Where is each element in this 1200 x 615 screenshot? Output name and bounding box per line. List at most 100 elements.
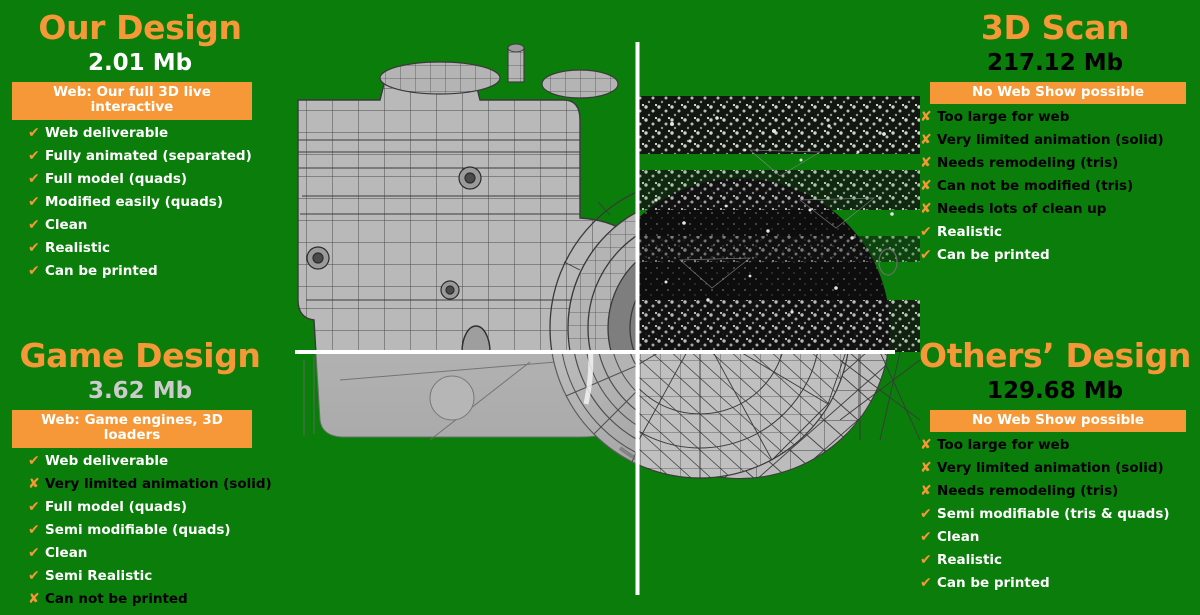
- check-icon: ✔: [920, 575, 932, 592]
- feature-label: Semi Realistic: [45, 567, 153, 584]
- feature-label: Semi modifiable (quads): [45, 521, 231, 538]
- check-icon: ✔: [28, 262, 40, 279]
- file-size-our-design: 2.01 Mb: [87, 49, 193, 76]
- feature-item: ✔ Can be printed: [920, 575, 1200, 592]
- file-size-others-design: 129.68 Mb: [986, 377, 1124, 404]
- feature-label: Too large for web: [937, 437, 1070, 454]
- file-size-game-design: 3.62 Mb: [87, 377, 193, 404]
- feature-list-3d-scan: ✘ Too large for web ✘ Very limited animatio…: [910, 109, 1200, 264]
- feature-item: ✔ Clean: [28, 216, 280, 233]
- feature-label: Can not be printed: [45, 590, 188, 607]
- cross-icon: ✘: [920, 132, 932, 149]
- check-icon: ✔: [920, 529, 932, 546]
- feature-label: Clean: [45, 216, 88, 233]
- feature-item: ✔ Modified easily (quads): [28, 193, 280, 210]
- panel-others-design: Others’ Design 129.68 Mb No Web Show pos…: [910, 330, 1200, 599]
- check-icon: ✔: [920, 506, 932, 523]
- feature-label: Realistic: [45, 239, 111, 256]
- check-icon: ✔: [28, 216, 40, 233]
- feature-item: ✔ Web deliverable: [28, 452, 280, 469]
- web-banner-others-design: No Web Show possible: [930, 409, 1186, 433]
- camera-comparison-render: [280, 0, 920, 610]
- check-icon: ✔: [28, 521, 40, 538]
- cross-icon: ✘: [920, 460, 932, 477]
- feature-label: Can be printed: [937, 247, 1050, 264]
- panel-our-design: Our Design 2.01 Mb Web: Our full 3D live…: [0, 0, 280, 287]
- feature-label: Can be printed: [45, 262, 158, 279]
- feature-label: Fully animated (separated): [45, 147, 252, 164]
- feature-label: Very limited animation (solid): [937, 460, 1164, 477]
- feature-label: Needs lots of clean up: [937, 201, 1107, 218]
- infographic-canvas: Our Design 2.01 Mb Web: Our full 3D live…: [0, 0, 1200, 610]
- feature-item: ✘ Needs lots of clean up: [920, 201, 1200, 218]
- feature-label: Needs remodeling (tris): [937, 483, 1119, 500]
- web-banner-our-design: Web: Our full 3D live interactive: [12, 81, 252, 120]
- feature-label: Realistic: [937, 552, 1003, 569]
- feature-item: ✔ Full model (quads): [28, 170, 280, 187]
- check-icon: ✔: [28, 147, 40, 164]
- cross-icon: ✘: [920, 201, 932, 218]
- feature-label: Clean: [937, 529, 980, 546]
- check-icon: ✔: [920, 247, 932, 264]
- feature-item: ✘ Too large for web: [920, 109, 1200, 126]
- panel-title-game-design: Game Design: [19, 336, 261, 375]
- feature-label: Can be printed: [937, 575, 1050, 592]
- check-icon: ✔: [28, 567, 40, 584]
- check-icon: ✔: [920, 552, 932, 569]
- feature-label: Realistic: [937, 224, 1003, 241]
- cross-icon: ✘: [28, 475, 40, 492]
- feature-item: ✘ Very limited animation (solid): [920, 460, 1200, 477]
- panel-title-3d-scan: 3D Scan: [980, 8, 1130, 47]
- feature-item: ✔ Clean: [28, 544, 280, 561]
- feature-item: ✔ Realistic: [920, 224, 1200, 241]
- feature-list-others-design: ✘ Too large for web ✘ Very limited animatio…: [910, 437, 1200, 592]
- feature-label: Full model (quads): [45, 498, 188, 515]
- cross-icon: ✘: [920, 109, 932, 126]
- panel-title-others-design: Others’ Design: [919, 336, 1191, 375]
- feature-item: ✘ Very limited animation (solid): [28, 475, 280, 492]
- feature-item: ✘ Can not be printed: [28, 590, 280, 607]
- check-icon: ✔: [28, 498, 40, 515]
- feature-item: ✔ Can be printed: [920, 247, 1200, 264]
- feature-label: Semi modifiable (tris & quads): [937, 506, 1170, 523]
- feature-label: Web deliverable: [45, 124, 169, 141]
- check-icon: ✔: [28, 239, 40, 256]
- feature-item: ✔ Semi modifiable (tris & quads): [920, 506, 1200, 523]
- feature-item: ✘ Needs remodeling (tris): [920, 483, 1200, 500]
- feature-item: ✘ Needs remodeling (tris): [920, 155, 1200, 172]
- check-icon: ✔: [920, 224, 932, 241]
- feature-label: Clean: [45, 544, 88, 561]
- cross-icon: ✘: [920, 437, 932, 454]
- feature-item: ✘ Can not be modified (tris): [920, 179, 1200, 195]
- feature-list-our-design: ✔ Web deliverable ✔ Fully animated (separat…: [0, 124, 280, 279]
- check-icon: ✔: [28, 193, 40, 210]
- feature-item: ✔ Semi modifiable (quads): [28, 521, 280, 538]
- check-icon: ✔: [28, 544, 40, 561]
- feature-item: ✔ Realistic: [28, 239, 280, 256]
- feature-item: ✔ Full model (quads): [28, 498, 280, 515]
- feature-label: Needs remodeling (tris): [937, 155, 1119, 172]
- feature-label: Full model (quads): [45, 170, 188, 187]
- check-icon: ✔: [28, 124, 40, 141]
- feature-item: ✘ Very limited animation (solid): [920, 132, 1200, 149]
- panel-title-our-design: Our Design: [38, 8, 242, 47]
- panel-3d-scan: 3D Scan 217.12 Mb No Web Show possible ✘…: [910, 0, 1200, 271]
- feature-item: ✔ Can be printed: [28, 262, 280, 279]
- feature-label: Too large for web: [937, 109, 1070, 126]
- feature-list-game-design: ✔ Web deliverable ✘ Very limited animation …: [0, 452, 280, 607]
- file-size-3d-scan: 217.12 Mb: [986, 49, 1124, 76]
- cross-icon: ✘: [28, 590, 40, 607]
- feature-label: Very limited animation (solid): [45, 475, 272, 492]
- feature-label: Web deliverable: [45, 452, 169, 469]
- feature-label: Very limited animation (solid): [937, 132, 1164, 149]
- check-icon: ✔: [28, 452, 40, 469]
- feature-item: ✔ Fully animated (separated): [28, 147, 280, 164]
- cross-icon: ✘: [920, 155, 932, 172]
- cross-icon: ✘: [920, 483, 932, 500]
- feature-label: Modified easily (quads): [45, 193, 224, 210]
- web-banner-game-design: Web: Game engines, 3D loaders: [12, 409, 252, 448]
- feature-item: ✘ Too large for web: [920, 437, 1200, 454]
- feature-item: ✔ Realistic: [920, 552, 1200, 569]
- check-icon: ✔: [28, 170, 40, 187]
- feature-item: ✔ Web deliverable: [28, 124, 280, 141]
